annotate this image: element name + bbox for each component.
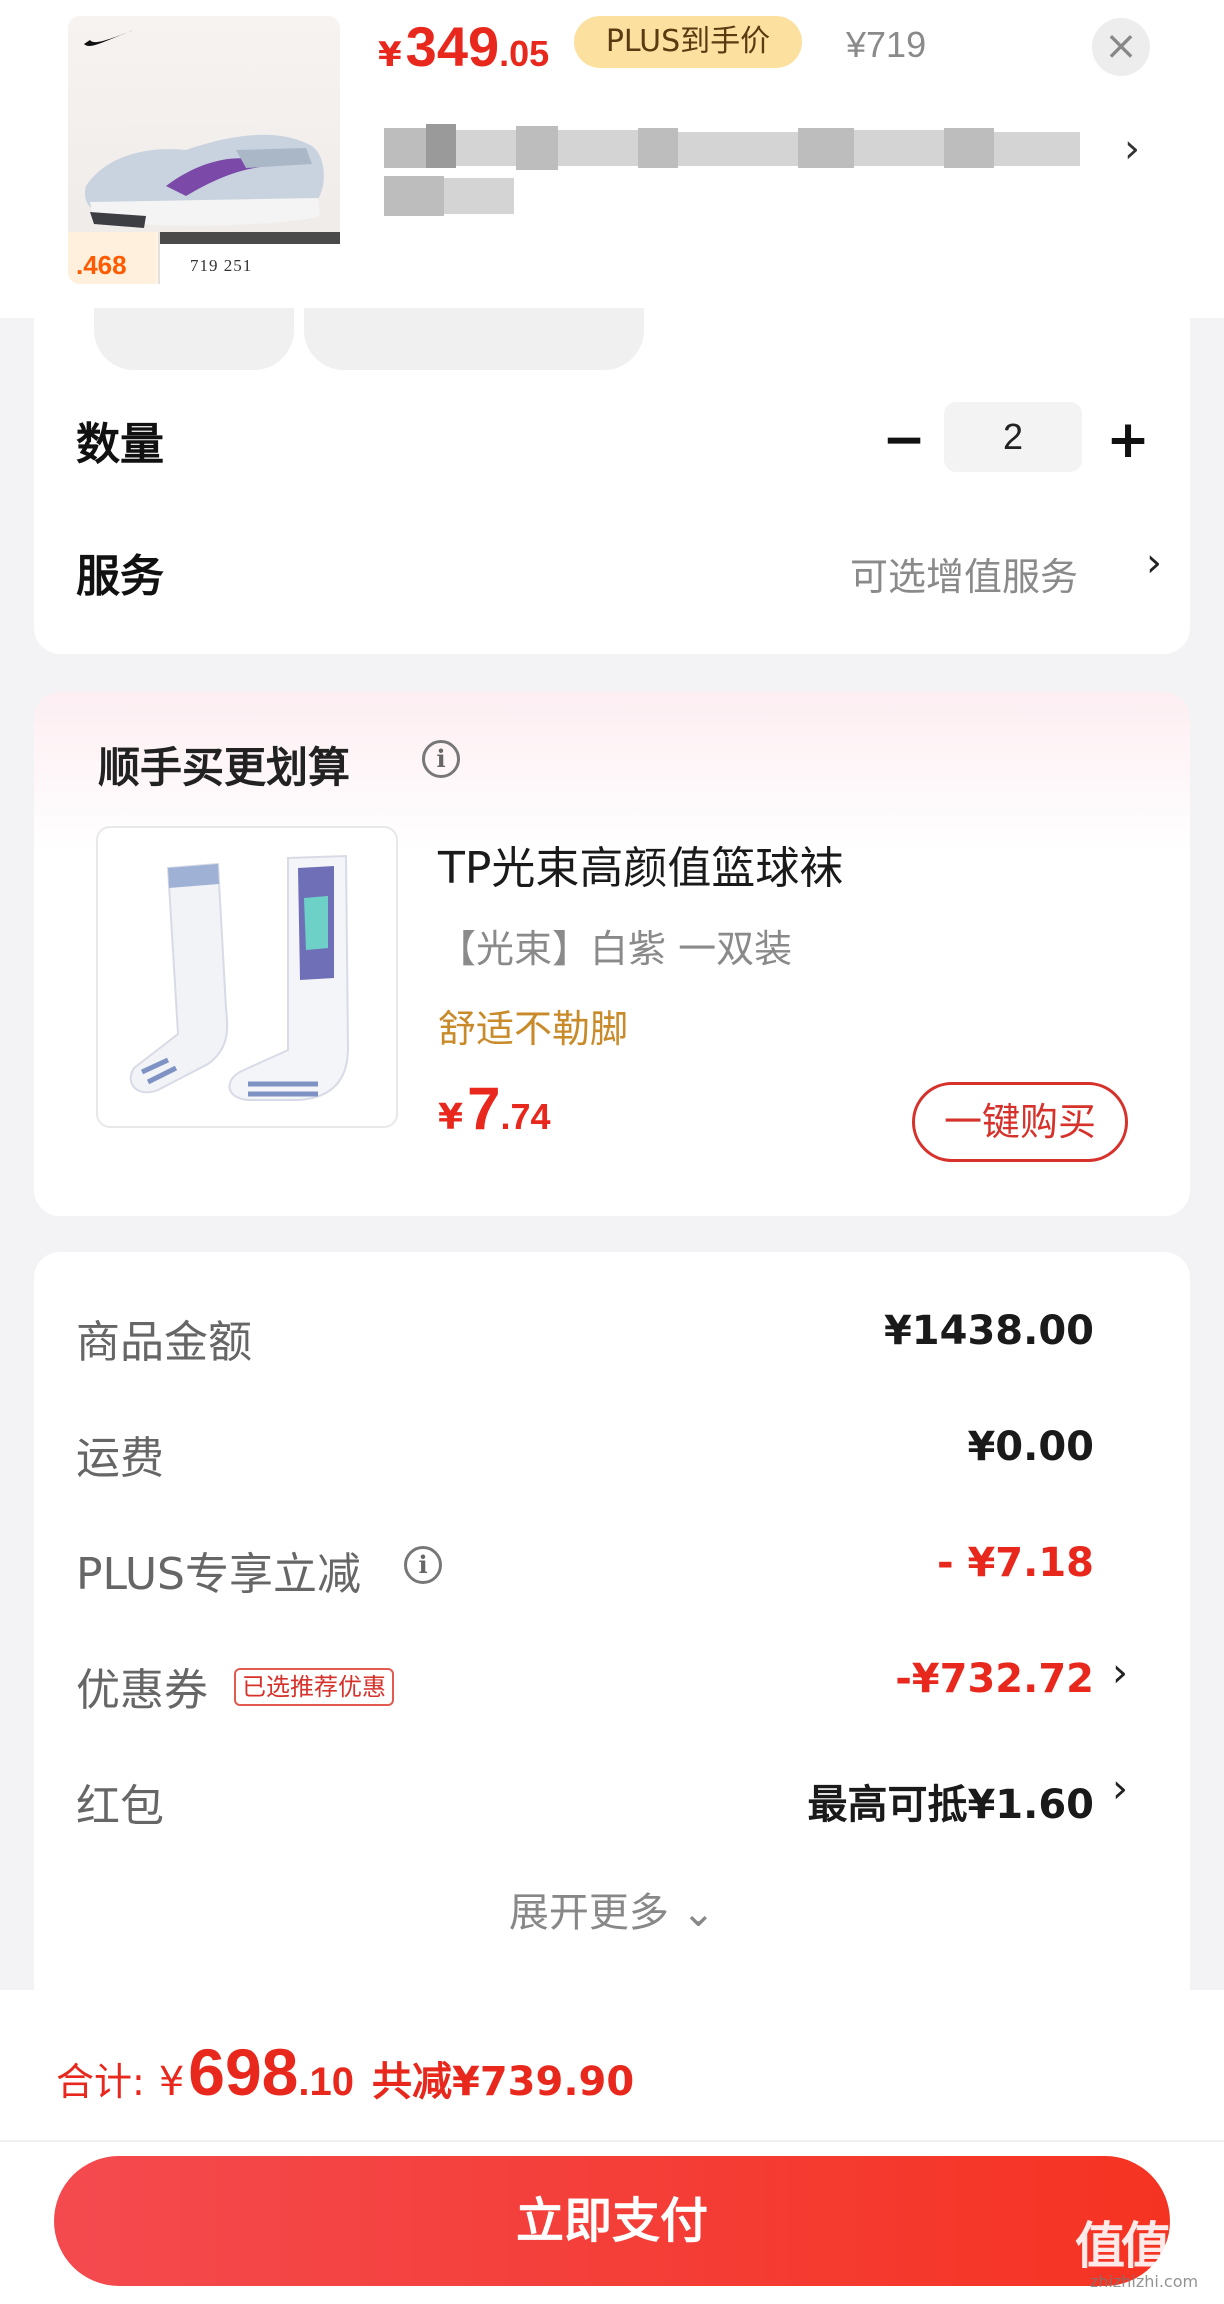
coupon-label: 优惠券 bbox=[76, 1665, 208, 1716]
product-thumbnail[interactable]: .468 719 251 bbox=[68, 16, 340, 284]
blur-tile bbox=[994, 132, 1080, 166]
promo-strip-left: .468 bbox=[68, 232, 156, 284]
price-summary-card: 商品金额 ¥1438.00 运费 ¥0.00 PLUS专享立减 i - ¥7.1… bbox=[34, 1252, 1190, 2012]
quantity-label: 数量 bbox=[76, 419, 164, 470]
blur-tile bbox=[516, 126, 558, 170]
product-header: .468 719 251 ¥ 349 .05 PLUS到手价 ¥719 × › bbox=[0, 0, 1224, 318]
shipping-label: 运费 bbox=[76, 1433, 164, 1484]
quantity-decrease-button[interactable]: − bbox=[880, 410, 928, 470]
addon-price: ¥ 7 .74 bbox=[438, 1074, 550, 1143]
addon-product-tag: 舒适不勒脚 bbox=[438, 1007, 629, 1051]
info-icon[interactable]: i bbox=[422, 740, 460, 778]
total-currency: ¥ bbox=[158, 2059, 185, 2105]
addon-product-spec: 【光束】白紫 一双装 bbox=[438, 927, 793, 971]
pay-now-button[interactable]: 立即支付 bbox=[54, 2156, 1170, 2286]
service-selector[interactable]: 可选增值服务 bbox=[850, 546, 1078, 601]
site-watermark: 值值值 zhizhizhi.com bbox=[1072, 2217, 1217, 2296]
info-icon[interactable]: i bbox=[404, 1546, 442, 1584]
spec-chip[interactable] bbox=[304, 308, 644, 370]
price-currency: ¥ bbox=[378, 35, 402, 75]
addon-card: 顺手买更划算 i TP光束高颜值篮球袜 【光束】白紫 一双装 舒适不勒脚 ¥ 7… bbox=[34, 692, 1190, 1216]
shipping-value: ¥0.00 bbox=[967, 1424, 1094, 1470]
total-label: 合计: bbox=[56, 2060, 145, 2104]
coupon-value[interactable]: -¥732.72 bbox=[895, 1656, 1094, 1702]
spec-chip[interactable] bbox=[94, 308, 294, 370]
product-detail-chevron-icon[interactable]: › bbox=[1124, 126, 1140, 172]
blur-tile bbox=[444, 178, 514, 214]
watermark-url: zhizhizhi.com bbox=[1089, 2272, 1199, 2291]
price-decimal: .05 bbox=[499, 33, 550, 74]
blur-tile bbox=[854, 130, 944, 166]
coupon-recommended-badge: 已选推荐优惠 bbox=[234, 1668, 394, 1706]
close-icon: × bbox=[1104, 23, 1138, 69]
blur-tile bbox=[384, 176, 444, 216]
blur-tile bbox=[678, 132, 798, 166]
red-packet-value[interactable]: 最高可抵¥1.60 bbox=[807, 1772, 1094, 1830]
price-integer: 349 bbox=[405, 15, 500, 78]
watermark-logo: 值值值 bbox=[1075, 2217, 1217, 2275]
one-click-buy-button[interactable]: 一键购买 bbox=[912, 1082, 1128, 1162]
expand-more-button[interactable]: 展开更多 ⌄ bbox=[34, 1880, 1190, 1938]
coupon-chevron-icon[interactable]: › bbox=[1112, 1650, 1128, 1696]
brand-logo-icon bbox=[84, 30, 134, 47]
red-packet-label: 红包 bbox=[76, 1781, 164, 1832]
blur-tile bbox=[426, 124, 456, 168]
red-packet-chevron-icon[interactable]: › bbox=[1112, 1766, 1128, 1812]
plus-price-badge: PLUS到手价 bbox=[574, 16, 802, 68]
blur-tile bbox=[558, 130, 638, 166]
promo-strip: .468 719 251 bbox=[68, 232, 340, 284]
order-total: 合计: ¥ 698 .10 共减¥739.90 bbox=[56, 2034, 634, 2110]
quantity-input[interactable]: 2 bbox=[944, 402, 1082, 472]
promo-strip-price: .468 bbox=[76, 250, 127, 280]
blur-tile bbox=[944, 128, 994, 168]
goods-amount-value: ¥1438.00 bbox=[883, 1308, 1094, 1354]
purchase-options-card: 数量 − 2 + 服务 可选增值服务 › bbox=[34, 308, 1190, 654]
quantity-increase-button[interactable]: + bbox=[1102, 410, 1154, 470]
close-button[interactable]: × bbox=[1092, 18, 1150, 76]
total-saved: 共减¥739.90 bbox=[372, 2059, 635, 2105]
order-confirm-page: .468 719 251 ¥ 349 .05 PLUS到手价 ¥719 × › … bbox=[0, 0, 1224, 2304]
blur-tile bbox=[384, 128, 426, 168]
product-title-blurred[interactable] bbox=[384, 120, 1080, 224]
total-decimal: .10 bbox=[298, 2060, 354, 2104]
promo-strip-right: 719 251 bbox=[158, 232, 340, 284]
service-label: 服务 bbox=[76, 551, 164, 602]
goods-amount-label: 商品金额 bbox=[76, 1317, 252, 1368]
addon-price-integer: 7 bbox=[467, 1075, 501, 1142]
addon-price-decimal: .74 bbox=[500, 1096, 551, 1137]
blur-tile bbox=[638, 128, 678, 168]
plus-price: ¥ 349 .05 bbox=[378, 14, 550, 78]
addon-product-image[interactable] bbox=[96, 826, 398, 1128]
divider bbox=[0, 2140, 1224, 2142]
promo-strip-bar bbox=[160, 232, 340, 244]
plus-discount-label: PLUS专享立减 bbox=[76, 1549, 361, 1600]
addon-price-currency: ¥ bbox=[438, 1097, 464, 1138]
addon-title: 顺手买更划算 bbox=[98, 743, 351, 792]
addon-product-name[interactable]: TP光束高颜值篮球袜 bbox=[438, 832, 843, 896]
shoe-image-icon bbox=[84, 134, 324, 228]
promo-strip-numbers: 719 251 bbox=[190, 256, 253, 275]
blur-tile bbox=[798, 128, 854, 168]
blur-tile bbox=[456, 130, 516, 166]
original-price: ¥719 bbox=[846, 24, 927, 65]
checkout-bar: 合计: ¥ 698 .10 共减¥739.90 立即支付 bbox=[0, 1990, 1224, 2304]
plus-discount-value: - ¥7.18 bbox=[936, 1540, 1094, 1586]
sock-image-icon bbox=[129, 854, 350, 1101]
service-chevron-icon[interactable]: › bbox=[1146, 540, 1162, 586]
total-integer: 698 bbox=[188, 2035, 299, 2109]
